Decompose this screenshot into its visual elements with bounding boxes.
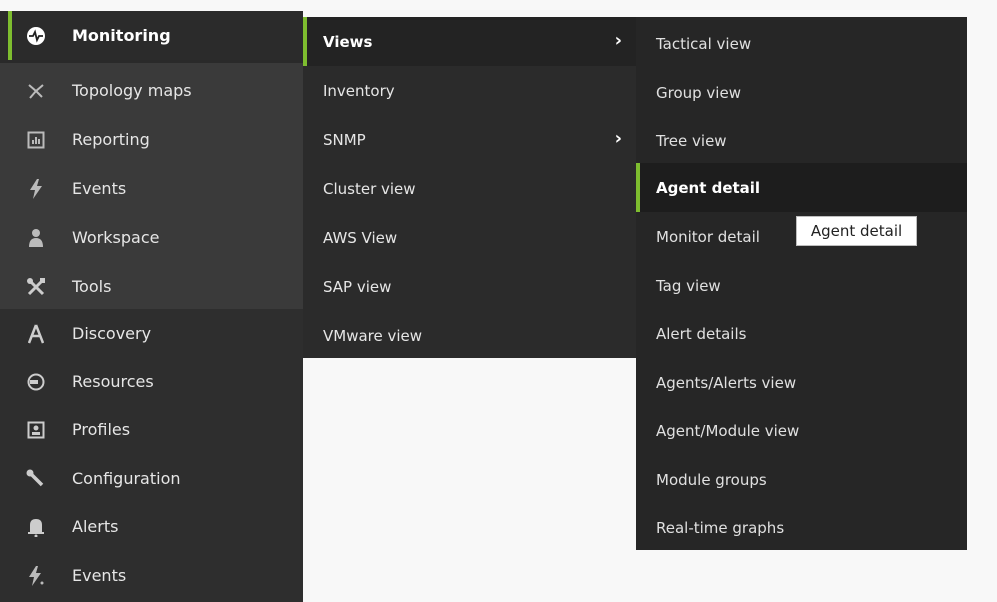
topology-icon [16, 81, 56, 101]
main-menu-item-events[interactable]: Events [0, 164, 303, 213]
main-menu-item-profiles[interactable]: Profiles [0, 405, 303, 454]
views-submenu: Tactical view Group view Tree view Agent… [636, 17, 967, 550]
main-menu-label: Monitoring [72, 26, 171, 45]
heartbeat-icon [16, 26, 56, 46]
bell-icon [16, 517, 56, 537]
views-menu-item-aws-view[interactable]: AWS View [303, 213, 636, 262]
views-menu-item-cluster-view[interactable]: Cluster view [303, 164, 636, 213]
views-menu-item-snmp[interactable]: SNMP › [303, 115, 636, 164]
submenu-label: Agents/Alerts view [656, 373, 797, 392]
main-menu-item-alerts[interactable]: Alerts [0, 502, 303, 551]
main-menu-item-workspace[interactable]: Workspace [0, 213, 303, 262]
submenu-label: Real-time graphs [656, 518, 785, 537]
views-menu-label: Inventory [323, 81, 395, 100]
main-menu-label: Events [72, 566, 127, 585]
report-icon [16, 131, 56, 149]
submenu-item-tree-view[interactable]: Tree view [636, 116, 967, 165]
submenu-label: Alert details [656, 324, 747, 343]
resources-icon [16, 373, 56, 391]
submenu-item-tag-view[interactable]: Tag view [636, 261, 967, 310]
submenu-item-agent-module-view[interactable]: Agent/Module view [636, 406, 967, 455]
submenu-label: Module groups [656, 470, 767, 489]
main-menu-item-events-2[interactable]: Events [0, 551, 303, 600]
main-menu-label: Alerts [72, 517, 119, 536]
main-menu-label: Events [72, 179, 127, 198]
lightning-icon [16, 178, 56, 199]
submenu-label: Agent/Module view [656, 421, 800, 440]
submenu-item-group-view[interactable]: Group view [636, 68, 967, 117]
views-menu-item-inventory[interactable]: Inventory [303, 66, 636, 115]
views-menu-item-sap-view[interactable]: SAP view [303, 262, 636, 311]
views-menu-label: Cluster view [323, 179, 416, 198]
user-icon [16, 228, 56, 248]
main-menu-item-topology-maps[interactable]: Topology maps [0, 66, 303, 115]
lightning-icon [16, 565, 56, 586]
chevron-right-icon: › [614, 30, 622, 51]
main-menu-label: Workspace [72, 228, 160, 247]
submenu-item-agent-detail[interactable]: Agent detail [636, 163, 967, 212]
views-menu-label: SAP view [323, 277, 392, 296]
main-menu-item-tools[interactable]: Tools [0, 262, 303, 311]
submenu-item-agents-alerts-view[interactable]: Agents/Alerts view [636, 358, 967, 407]
main-menu-label: Topology maps [72, 81, 192, 100]
submenu-item-alert-details[interactable]: Alert details [636, 309, 967, 358]
main-menu-item-discovery[interactable]: Discovery [0, 309, 303, 358]
views-menu-label: VMware view [323, 326, 423, 345]
submenu-label: Group view [656, 83, 741, 102]
submenu-label: Agent detail [656, 178, 761, 197]
main-menu-label: Discovery [72, 324, 152, 343]
main-menu-label: Reporting [72, 130, 150, 149]
views-menu-item-views[interactable]: Views › [303, 17, 636, 66]
chevron-right-icon: › [614, 128, 622, 149]
views-menu-label: AWS View [323, 228, 398, 247]
tooltip: Agent detail [796, 216, 917, 246]
views-menu-item-vmware-view[interactable]: VMware view [303, 311, 636, 360]
main-menu-label: Configuration [72, 469, 181, 488]
tools-icon [16, 277, 56, 297]
main-menu-item-resources[interactable]: Resources [0, 357, 303, 406]
submenu-label: Tag view [656, 276, 721, 295]
main-menu-item-reporting[interactable]: Reporting [0, 115, 303, 164]
submenu-label: Monitor detail [656, 227, 760, 246]
main-menu: Monitoring Topology maps Reporting Event… [0, 11, 303, 602]
submenu-label: Tree view [656, 131, 727, 150]
main-menu-label: Tools [72, 277, 112, 296]
main-menu-item-configuration[interactable]: Configuration [0, 454, 303, 503]
views-menu-label: Views [323, 32, 373, 51]
wrench-icon [16, 469, 56, 489]
main-menu-label: Profiles [72, 420, 131, 439]
views-menu-label: SNMP [323, 130, 366, 149]
views-menu: Views › Inventory SNMP › Cluster view AW… [303, 17, 636, 358]
submenu-item-module-groups[interactable]: Module groups [636, 455, 967, 504]
discovery-icon [16, 324, 56, 344]
main-menu-item-monitoring[interactable]: Monitoring [0, 11, 303, 60]
main-menu-label: Resources [72, 372, 154, 391]
submenu-item-tactical-view[interactable]: Tactical view [636, 19, 967, 68]
submenu-item-real-time-graphs[interactable]: Real-time graphs [636, 503, 967, 552]
profile-icon [16, 421, 56, 439]
submenu-label: Tactical view [656, 34, 752, 53]
